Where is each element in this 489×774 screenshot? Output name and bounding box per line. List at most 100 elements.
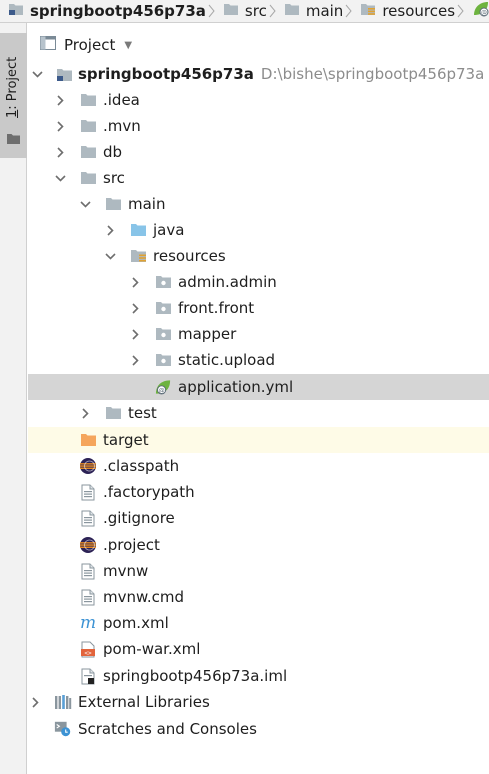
tree-item-label: main	[128, 195, 166, 213]
tree-item-label: Scratches and Consoles	[78, 720, 257, 738]
tree-row-admin-admin[interactable]: admin.admin	[28, 269, 489, 295]
breadcrumb-src-label: src	[244, 2, 267, 20]
tree-item-label: .classpath	[103, 457, 180, 475]
tree-item-label: src	[103, 169, 125, 187]
package-folder-icon	[154, 321, 172, 347]
folder-icon	[79, 165, 97, 191]
folder-icon	[104, 191, 122, 217]
tree-item-label: target	[103, 431, 149, 449]
chevron-down-icon[interactable]	[54, 165, 66, 191]
tree-row-classpath[interactable]: .classpath	[28, 453, 489, 479]
tree-item-label: .project	[103, 536, 160, 554]
tree-row-project[interactable]: .project	[28, 532, 489, 558]
chevron-right-icon[interactable]	[129, 269, 141, 295]
tree-row-src[interactable]: src	[28, 165, 489, 191]
eclipse-icon	[79, 532, 97, 558]
tool-window-stripe: 1: Project	[0, 23, 27, 774]
breadcrumb-main[interactable]: main	[276, 0, 345, 22]
tree-row-factorypath[interactable]: .factorypath	[28, 479, 489, 505]
project-folder-icon	[55, 61, 73, 87]
package-folder-icon	[154, 347, 172, 373]
excluded-folder-icon	[79, 427, 97, 453]
folder-icon	[79, 139, 97, 165]
breadcrumb-project-label: springbootp456p73a	[30, 2, 206, 20]
root-name: springbootp456p73a	[78, 65, 254, 83]
resources-folder-icon	[129, 243, 147, 269]
breadcrumb-main-label: main	[305, 2, 344, 20]
chevron-right-icon[interactable]	[54, 87, 66, 113]
tree-row-gitignore[interactable]: .gitignore	[28, 505, 489, 531]
tree-root-label: springbootp456p73a D:\bishe\springbootp45…	[78, 65, 484, 83]
tree-item-label: mvnw.cmd	[103, 588, 185, 606]
tree-row-mvnw-cmd[interactable]: mvnw.cmd	[28, 584, 489, 610]
project-panel-header: Project ▼	[28, 31, 489, 59]
chevron-down-icon[interactable]	[79, 191, 91, 217]
folder-icon	[284, 2, 300, 20]
tree-row-test[interactable]: test	[28, 400, 489, 426]
tree-row-mapper[interactable]: mapper	[28, 321, 489, 347]
tree-item-label: pom.xml	[103, 614, 169, 632]
package-folder-icon	[154, 269, 172, 295]
tree-item-label: front.front	[178, 299, 255, 317]
tree-row-target[interactable]: target	[28, 427, 489, 453]
tree-item-label: mvnw	[103, 562, 149, 580]
tree-row-static-upload[interactable]: static.upload	[28, 347, 489, 373]
chevron-down-icon[interactable]	[104, 243, 116, 269]
tree-item-label: static.upload	[178, 351, 276, 369]
chevron-right-icon[interactable]	[104, 217, 116, 243]
svg-text:m: m	[80, 615, 96, 631]
breadcrumb-resources[interactable]: resources	[352, 0, 457, 22]
project-tool-tab-text: : Project	[5, 56, 20, 110]
svg-text:@: @	[481, 10, 487, 17]
chevron-right-icon[interactable]	[54, 139, 66, 165]
chevron-right-icon[interactable]	[129, 347, 141, 373]
tree-item-label: .idea	[103, 91, 140, 109]
chevron-down-icon[interactable]	[31, 61, 43, 87]
tree-row-idea[interactable]: .idea	[28, 87, 489, 113]
maven-icon: m	[79, 610, 97, 636]
chevron-down-icon[interactable]: ▼	[124, 40, 132, 51]
chevron-right-icon[interactable]	[54, 113, 66, 139]
tree-row-root[interactable]: springbootp456p73a D:\bishe\springbootp45…	[28, 61, 489, 87]
spring-config-icon: @	[154, 374, 172, 400]
breadcrumb-project[interactable]: springbootp456p73a	[0, 0, 208, 22]
tree-row-main[interactable]: main	[28, 191, 489, 217]
tree-row-front-front[interactable]: front.front	[28, 295, 489, 321]
chevron-right-icon[interactable]	[129, 295, 141, 321]
tree-row-mvn[interactable]: .mvn	[28, 113, 489, 139]
tree-item-label: resources	[153, 247, 226, 265]
tree-row-iml[interactable]: springbootp456p73a.iml	[28, 663, 489, 689]
tree-row-application-yml[interactable]: @ application.yml	[28, 374, 489, 400]
tree-row-pom-war-xml[interactable]: <> pom-war.xml	[28, 636, 489, 662]
chevron-right-icon[interactable]	[29, 689, 41, 715]
project-view-selector[interactable]: Project	[64, 36, 115, 54]
chevron-right-icon	[345, 0, 352, 22]
breadcrumb-resources-label: resources	[382, 2, 456, 20]
root-path: D:\bishe\springbootp456p73a	[260, 65, 485, 83]
tree-item-label: java	[153, 221, 185, 239]
folder-icon	[7, 131, 20, 149]
tree-row-resources[interactable]: resources	[28, 243, 489, 269]
text-file-icon	[79, 584, 97, 610]
tree-row-mvnw[interactable]: mvnw	[28, 558, 489, 584]
tree-item-label: application.yml	[178, 378, 294, 396]
tree-row-java[interactable]: java	[28, 217, 489, 243]
navigation-breadcrumb: springbootp456p73a src main resources @ …	[0, 0, 489, 23]
breadcrumb-src[interactable]: src	[215, 0, 269, 22]
folder-icon	[104, 400, 122, 426]
xml-file-icon: <>	[79, 636, 97, 662]
chevron-right-icon[interactable]	[79, 400, 91, 426]
tree-item-label: External Libraries	[78, 693, 210, 711]
tree-item-label: .gitignore	[103, 509, 175, 527]
project-tool-tab[interactable]: 1: Project	[0, 33, 27, 158]
svg-text:<>: <>	[84, 649, 92, 656]
tree-row-external-libraries[interactable]: External Libraries	[28, 689, 489, 715]
tree-row-db[interactable]: db	[28, 139, 489, 165]
folder-icon	[79, 87, 97, 113]
tree-row-scratches[interactable]: Scratches and Consoles	[28, 716, 489, 742]
tree-item-label: springbootp456p73a.iml	[103, 667, 288, 685]
tree-row-pom-xml[interactable]: m pom.xml	[28, 610, 489, 636]
resources-folder-icon	[360, 2, 376, 20]
chevron-right-icon[interactable]	[129, 321, 141, 347]
breadcrumb-application-yml[interactable]: @ ap	[464, 0, 489, 22]
